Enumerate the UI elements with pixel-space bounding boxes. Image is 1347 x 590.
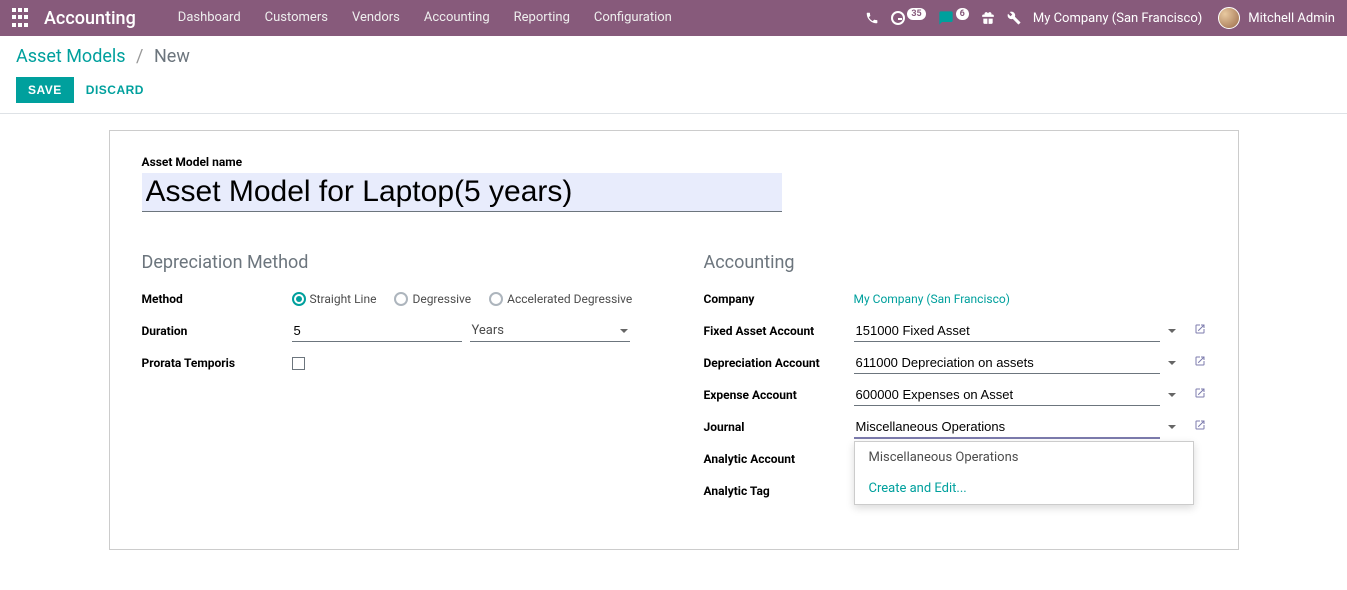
tools-icon[interactable] (1007, 11, 1021, 25)
label-depr-account: Depreciation Account (704, 356, 854, 370)
label-journal: Journal (704, 420, 854, 434)
radio-straight-line[interactable]: Straight Line (292, 292, 377, 306)
nav-accounting[interactable]: Accounting (412, 0, 502, 36)
external-link-icon[interactable] (1194, 419, 1206, 435)
messaging-icon[interactable]: 6 (938, 10, 969, 26)
journal-input[interactable] (854, 416, 1160, 439)
duration-unit-select[interactable]: Years (470, 320, 630, 342)
label-analytic-tag: Analytic Tag (704, 484, 854, 498)
radio-degressive[interactable]: Degressive (394, 292, 471, 306)
label-method: Method (142, 292, 292, 306)
gift-icon[interactable] (981, 11, 995, 25)
chevron-down-icon[interactable] (1168, 329, 1176, 333)
company-switcher[interactable]: My Company (San Francisco) (1033, 11, 1202, 26)
title-label: Asset Model name (142, 155, 1206, 169)
dropdown-create-edit[interactable]: Create and Edit... (855, 473, 1193, 504)
radio-accelerated[interactable]: Accelerated Degressive (489, 292, 632, 306)
nav-reporting[interactable]: Reporting (502, 0, 582, 36)
asset-name-input[interactable] (142, 173, 782, 212)
avatar (1218, 7, 1240, 29)
user-menu[interactable]: Mitchell Admin (1214, 7, 1339, 29)
nav-configuration[interactable]: Configuration (582, 0, 684, 36)
discard-button[interactable]: DISCARD (86, 83, 144, 97)
external-link-icon[interactable] (1194, 387, 1206, 403)
save-button[interactable]: SAVE (16, 77, 74, 103)
label-duration: Duration (142, 324, 292, 338)
external-link-icon[interactable] (1194, 355, 1206, 371)
label-prorata: Prorata Temporis (142, 356, 292, 370)
activities-badge: 35 (907, 8, 925, 20)
nav-dashboard[interactable]: Dashboard (166, 0, 253, 36)
chevron-down-icon (620, 329, 628, 333)
expense-account-input[interactable] (854, 384, 1160, 406)
breadcrumb-parent[interactable]: Asset Models (16, 46, 126, 67)
app-brand[interactable]: Accounting (44, 8, 136, 29)
journal-dropdown: Miscellaneous Operations Create and Edit… (854, 441, 1194, 505)
label-company: Company (704, 292, 854, 306)
phone-icon[interactable] (865, 11, 879, 25)
apps-icon[interactable] (12, 8, 32, 28)
chevron-down-icon[interactable] (1168, 425, 1176, 429)
user-name: Mitchell Admin (1248, 11, 1335, 26)
accounting-heading: Accounting (704, 252, 1206, 273)
company-link[interactable]: My Company (San Francisco) (854, 292, 1010, 306)
external-link-icon[interactable] (1194, 323, 1206, 339)
prorata-checkbox[interactable] (292, 357, 305, 370)
chevron-down-icon[interactable] (1168, 361, 1176, 365)
dropdown-option[interactable]: Miscellaneous Operations (855, 442, 1193, 473)
chevron-down-icon[interactable] (1168, 393, 1176, 397)
nav-vendors[interactable]: Vendors (340, 0, 412, 36)
messages-badge: 6 (956, 8, 969, 20)
duration-input[interactable] (292, 320, 462, 342)
label-expense-account: Expense Account (704, 388, 854, 402)
depr-account-input[interactable] (854, 352, 1160, 374)
label-fixed-asset: Fixed Asset Account (704, 324, 854, 338)
breadcrumb: Asset Models / New (16, 46, 1331, 67)
depreciation-heading: Depreciation Method (142, 252, 644, 273)
label-analytic-account: Analytic Account (704, 452, 854, 466)
nav-customers[interactable]: Customers (253, 0, 340, 36)
breadcrumb-current: New (154, 46, 190, 67)
fixed-asset-input[interactable] (854, 320, 1160, 342)
activities-icon[interactable]: 35 (891, 11, 925, 25)
